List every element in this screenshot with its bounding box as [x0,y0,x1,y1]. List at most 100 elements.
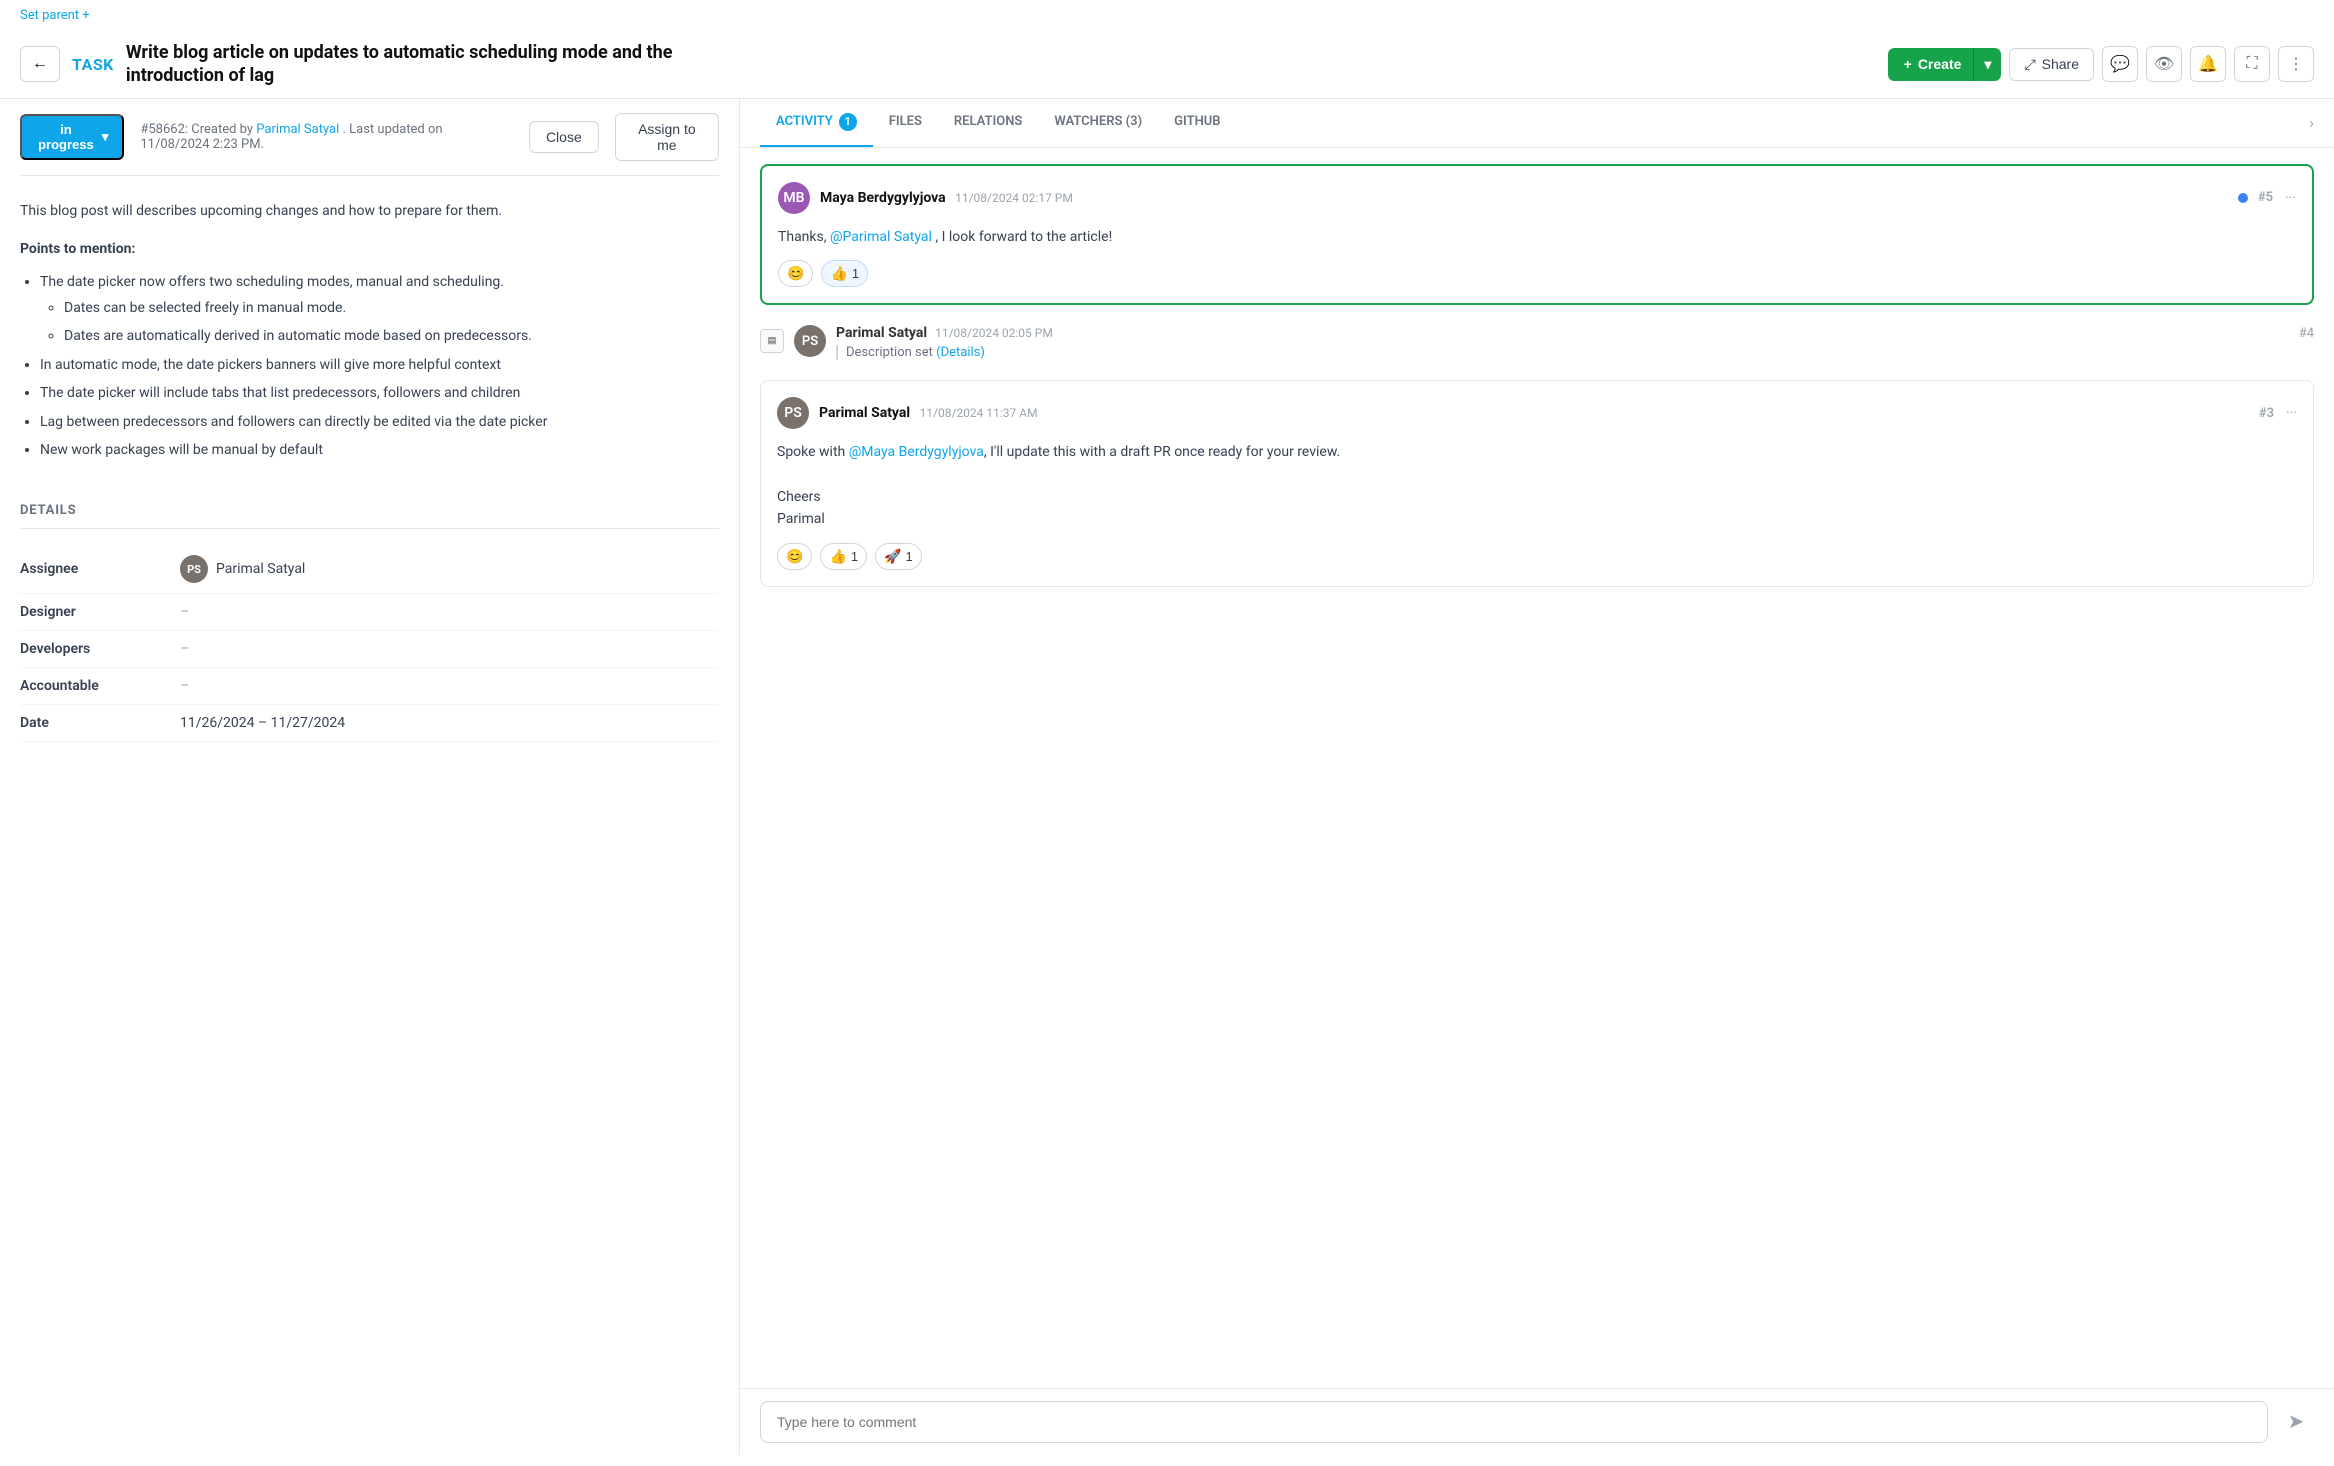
task-title: Write blog article on updates to automat… [126,41,726,88]
emoji-add-button-1[interactable]: 😊 [778,260,813,287]
activity-feed: MB Maya Berdygylyjova 11/08/2024 02:17 P… [740,148,2334,1388]
comment-body-1: Thanks, @Parimal Satyal , I look forward… [778,226,2296,248]
comment-icon-button[interactable]: 💬 [2102,46,2138,82]
send-icon: ➤ [2288,1409,2305,1434]
task-type-label: TASK [72,55,114,74]
thumbsup-icon-2: 👍 [829,548,846,565]
tab-watchers[interactable]: WATCHERS (3) [1038,100,1158,145]
create-dropdown-button[interactable]: ▾ [1973,48,2001,81]
thumbsup-reaction-2[interactable]: 👍 1 [820,543,867,570]
expand-icon: ⛶ [2246,55,2257,73]
details-section: DETAILS Assignee PS Parimal Satyal Desig… [20,483,719,762]
thumbsup-reaction-1[interactable]: 👍 1 [821,260,868,287]
watch-button[interactable]: 👁 [2146,46,2182,82]
chevron-down-icon: ▾ [1984,56,1991,73]
comment-input[interactable] [760,1401,2268,1443]
activity-meta-1: Parimal Satyal 11/08/2024 02:05 PM #4 [836,325,2314,341]
emoji-add-button-2[interactable]: 😊 [777,543,812,570]
activity-time-1: 11/08/2024 02:05 PM [935,326,1053,340]
reactions-1: 😊 👍 1 [778,260,2296,287]
more-options-icon[interactable]: ··· [2285,190,2296,206]
detail-row-date: Date 11/26/2024 – 11/27/2024 [20,705,719,742]
rocket-reaction-2[interactable]: 🚀 1 [875,543,922,570]
unread-dot [2238,193,2248,203]
chevron-down-icon: ▾ [102,129,109,145]
comment-header-2: PS Parimal Satyal 11/08/2024 11:37 AM #3… [777,397,2297,429]
reactions-2: 😊 👍 1 🚀 1 [777,543,2297,570]
plus-icon: + [1904,56,1912,72]
share-button[interactable]: ⤢ Share [2009,48,2094,81]
comment-avatar-2: PS [777,397,809,429]
comment-input-area: ➤ [740,1388,2334,1455]
details-link[interactable]: (Details) [936,345,985,360]
detail-row-accountable: Accountable – [20,668,719,705]
comment-time-2: 11/08/2024 11:37 AM [920,406,1038,420]
comment-icon: 💬 [2110,54,2130,74]
thumbsup-icon: 👍 [830,265,847,282]
fullscreen-button[interactable]: ⛶ [2234,46,2270,82]
edit-icon: ▤ [768,336,777,346]
detail-value-developers: – [180,641,189,657]
comment-number-1: #5 [2258,190,2273,205]
comment-time-1: 11/08/2024 02:17 PM [955,191,1073,205]
activity-author-1: Parimal Satyal [836,325,927,341]
description-intro: This blog post will describes upcoming c… [20,200,719,222]
mention-link[interactable]: @Parimal Satyal [830,229,932,245]
eye-icon: 👁 [2154,54,2174,74]
send-button[interactable]: ➤ [2278,1404,2314,1440]
more-icon: ⋮ [2288,54,2304,74]
notify-button[interactable]: 🔔 [2190,46,2226,82]
task-meta: #58662: Created by Parimal Satyal . Last… [140,122,513,152]
bell-icon: 🔔 [2198,54,2218,74]
tab-activity[interactable]: ACTIVITY 1 [760,99,873,147]
status-bar: in progress ▾ #58662: Created by Parimal… [20,99,719,176]
bullet-2: In automatic mode, the date pickers bann… [40,354,719,376]
activity-avatar-1: PS [794,325,826,357]
detail-value-accountable: – [180,678,189,694]
comment-author-1: Maya Berdygylyjova [820,190,946,206]
detail-label-assignee: Assignee [20,561,180,577]
comment-header-1: MB Maya Berdygylyjova 11/08/2024 02:17 P… [778,182,2296,214]
bullet-list: The date picker now offers two schedulin… [20,271,719,462]
bullet-4: Lag between predecessors and followers c… [40,411,719,433]
detail-row-assignee: Assignee PS Parimal Satyal [20,545,719,594]
tab-github[interactable]: GITHUB [1158,100,1236,145]
sub-bullet-2: Dates are automatically derived in autom… [64,325,719,347]
author-link[interactable]: Parimal Satyal [256,122,339,137]
detail-label-developers: Developers [20,641,180,657]
set-parent[interactable]: Set parent + [0,0,2334,31]
status-badge[interactable]: in progress ▾ [20,114,124,160]
detail-row-developers: Developers – [20,631,719,668]
detail-label-accountable: Accountable [20,678,180,694]
activity-number-1: #4 [2299,326,2314,341]
points-header: Points to mention: [20,238,719,260]
activity-icon-wrap-1: ▤ [760,329,784,353]
assignee-avatar: PS [180,555,208,583]
mention-link-2[interactable]: @Maya Berdygylyjova [849,444,984,460]
assign-to-me-button[interactable]: Assign to me [615,113,719,161]
tab-files[interactable]: FILES [873,100,938,145]
create-button[interactable]: + Create [1888,48,1974,81]
left-panel: in progress ▾ #58662: Created by Parimal… [0,99,740,1455]
more-options-button[interactable]: ⋮ [2278,46,2314,82]
tab-arrow-right[interactable]: › [2309,113,2314,132]
top-bar: ← TASK Write blog article on updates to … [0,31,2334,99]
tab-relations[interactable]: RELATIONS [938,100,1038,145]
more-options-icon-2[interactable]: ··· [2286,405,2297,421]
close-button[interactable]: Close [529,121,599,153]
sub-bullet-1: Dates can be selected freely in manual m… [64,297,719,319]
bullet-5: New work packages will be manual by defa… [40,439,719,461]
comment-number-2: #3 [2259,406,2274,421]
smiley-icon-2: 😊 [786,548,803,565]
detail-row-designer: Designer – [20,594,719,631]
bullet-3: The date picker will include tabs that l… [40,382,719,404]
tabs-bar: ACTIVITY 1 FILES RELATIONS WATCHERS (3) … [740,99,2334,148]
comment-card-2: PS Parimal Satyal 11/08/2024 11:37 AM #3… [760,380,2314,587]
detail-label-designer: Designer [20,604,180,620]
smiley-icon: 😊 [787,265,804,282]
detail-value-date: 11/26/2024 – 11/27/2024 [180,715,345,731]
details-title: DETAILS [20,503,719,529]
back-button[interactable]: ← [20,46,60,82]
bullet-1: The date picker now offers two schedulin… [40,271,719,348]
activity-item-1: ▤ PS Parimal Satyal 11/08/2024 02:05 PM … [760,317,2314,368]
